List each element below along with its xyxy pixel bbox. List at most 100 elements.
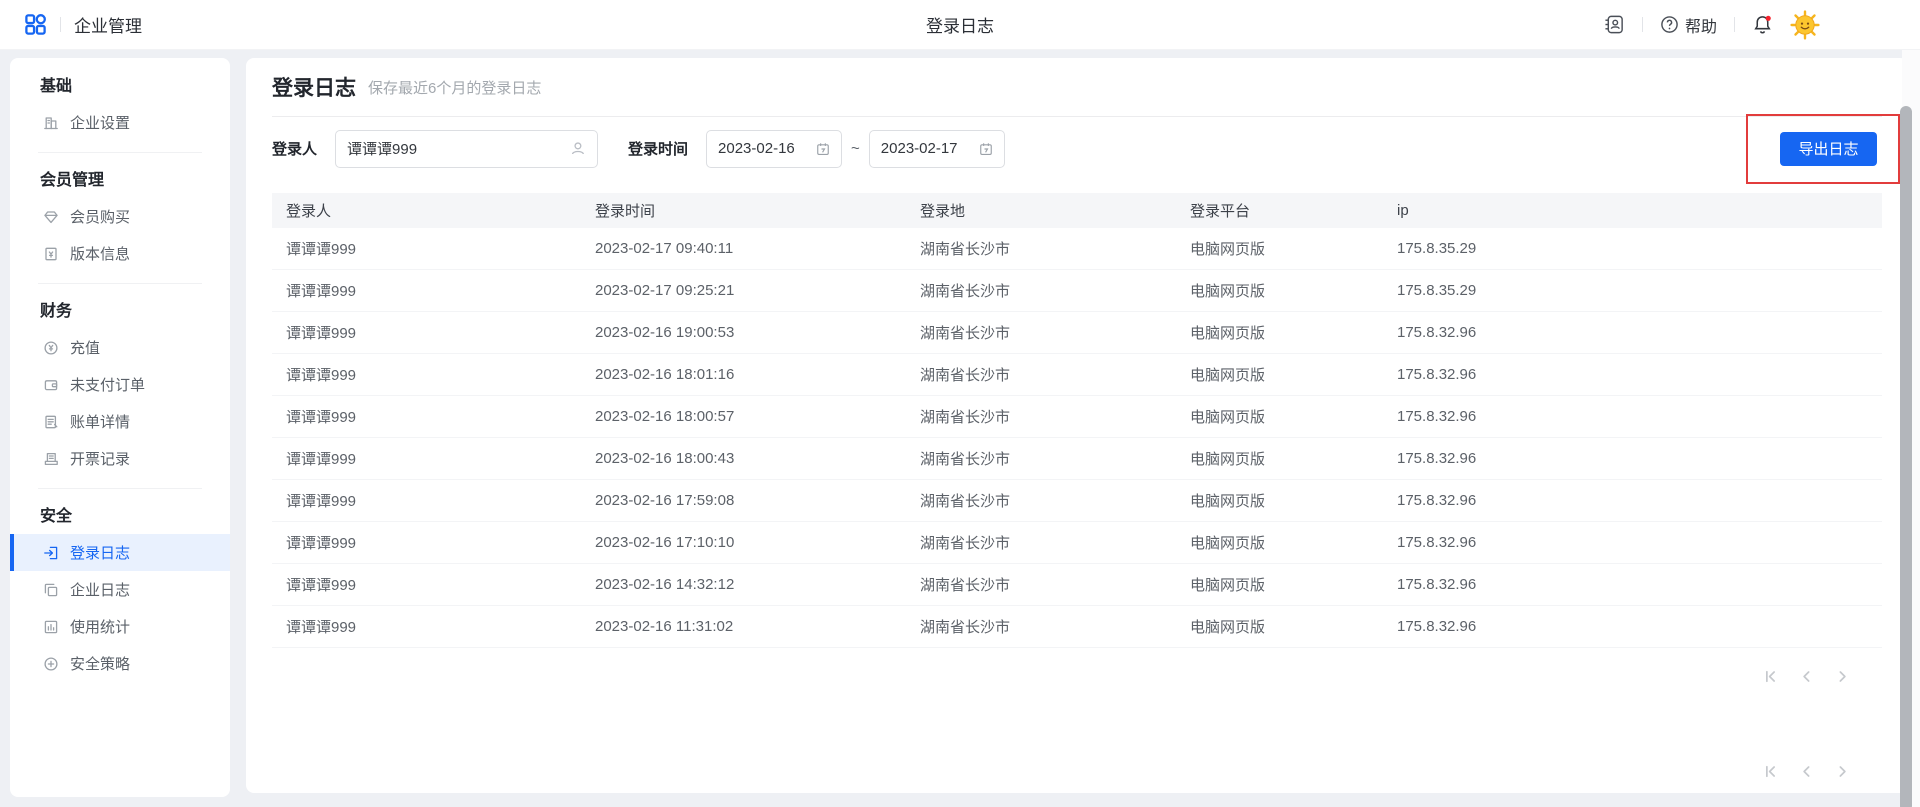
table-cell: 2023-02-16 18:00:43 [595,450,735,467]
topbar-divider [1641,17,1643,32]
table-cell: 谭谭谭999 [286,325,357,342]
table-row: 谭谭谭999 2023-02-16 17:59:08 湖南省长沙市 电脑网页版 175.… [272,480,1882,522]
table-cell: 电脑网页版 [1190,535,1266,552]
sidebar-item-membership-diamond[interactable]: 会员购买 [10,198,230,235]
table-cell: 谭谭谭999 [286,535,357,552]
date-end-field[interactable] [880,140,979,157]
date-end-input[interactable] [868,129,1005,168]
notification-dot [1765,15,1771,21]
sidebar-item-label: 企业日志 [70,582,131,599]
table-cell: 175.8.32.96 [1397,450,1477,467]
sidebar-item-label: 会员购买 [70,209,131,226]
table-cell: 2023-02-17 09:25:21 [595,282,735,299]
topbar-divider [1734,17,1735,32]
column-header: 登录地 [920,203,966,220]
table-cell: 湖南省长沙市 [920,535,1011,552]
table-cell: 电脑网页版 [1190,409,1266,426]
calendar-icon [817,142,829,155]
notification-bell-icon[interactable] [1752,14,1773,35]
help-button[interactable]: 帮助 [1660,13,1717,37]
sidebar-section-heading: 安全 [40,508,73,525]
building-icon [43,115,59,131]
column-header: 登录平台 [1190,203,1251,220]
sidebar-item-recharge[interactable]: 充值 [10,329,230,366]
table-cell: 2023-02-16 14:32:12 [595,576,735,593]
table-cell: 湖南省长沙市 [920,325,1011,342]
app-title: 企业管理 [74,17,142,36]
table-row: 谭谭谭999 2023-02-17 09:40:11 湖南省长沙市 电脑网页版 175.… [272,228,1882,270]
date-range-separator: ~ [851,140,860,157]
table-cell: 电脑网页版 [1190,493,1266,510]
sidebar-item-building[interactable]: 企业设置 [10,104,230,141]
apps-grid-icon[interactable] [24,13,47,36]
page-title: 登录日志 [272,77,356,100]
table-cell: 2023-02-16 18:01:16 [595,366,735,383]
table-cell: 175.8.32.96 [1397,408,1477,425]
sidebar-item-label: 安全策略 [70,656,131,673]
user-icon [572,142,585,155]
table-body: 谭谭谭999 2023-02-17 09:40:11 湖南省长沙市 电脑网页版 175.… [272,228,1882,648]
scrollbar-thumb[interactable] [1900,106,1912,807]
table-cell: 175.8.35.29 [1397,240,1477,257]
page-subtitle: 保存最近6个月的登录日志 [368,79,542,97]
sidebar-item-label: 开票记录 [70,451,131,468]
export-log-button[interactable]: 导出日志 [1780,131,1877,166]
security-policy-icon [43,656,59,672]
table-cell: 谭谭谭999 [286,283,357,300]
table-row: 谭谭谭999 2023-02-16 18:01:16 湖南省长沙市 电脑网页版 175.… [272,354,1882,396]
scrollbar-track[interactable] [1900,50,1920,807]
prev-page-icon[interactable] [1799,669,1814,684]
table-cell: 谭谭谭999 [286,241,357,258]
table-row: 谭谭谭999 2023-02-16 17:10:10 湖南省长沙市 电脑网页版 175.… [272,522,1882,564]
main-header: 登录日志 保存最近6个月的登录日志 [272,58,1882,117]
sidebar-item-security-policy[interactable]: 安全策略 [10,645,230,682]
topbar-divider [60,17,61,32]
sidebar-item-company-log[interactable]: 企业日志 [10,571,230,608]
first-page-icon[interactable] [1763,669,1778,684]
table-cell: 电脑网页版 [1190,577,1266,594]
annotation-highlight-box: 导出日志 [1746,113,1900,184]
sidebar-section-heading: 会员管理 [40,172,105,189]
usage-stats-icon [43,619,59,635]
date-start-field[interactable] [718,140,817,157]
sidebar-item-version-info[interactable]: 版本信息 [10,235,230,272]
table-cell: 湖南省长沙市 [920,451,1011,468]
next-page-icon[interactable] [1835,764,1850,779]
next-page-icon[interactable] [1835,669,1850,684]
table-cell: 电脑网页版 [1190,283,1266,300]
table-cell: 2023-02-17 09:40:11 [595,240,734,257]
sidebar-item-bill-details[interactable]: 账单详情 [10,403,230,440]
calendar-icon [979,142,992,155]
sidebar-item-unpaid-orders[interactable]: 未支付订单 [10,366,230,403]
date-start-input[interactable] [706,129,843,168]
login-log-table: 登录人 登录时间 登录地 登录平台 ip 谭谭谭999 2023-02-17 09:40:… [272,193,1882,648]
table-cell: 175.8.32.96 [1397,324,1477,341]
main-panel: 登录日志 保存最近6个月的登录日志 登录人 登录时间 ~ [246,58,1908,793]
table-cell: 175.8.32.96 [1397,366,1477,383]
table-row: 谭谭谭999 2023-02-16 11:31:02 湖南省长沙市 电脑网页版 175.… [272,606,1882,648]
avatar[interactable] [1790,9,1820,40]
table-cell: 电脑网页版 [1190,367,1266,384]
prev-page-icon[interactable] [1799,764,1814,779]
sidebar-item-login-log[interactable]: 登录日志 [10,534,230,571]
first-page-icon[interactable] [1763,764,1778,779]
table-row: 谭谭谭999 2023-02-17 09:25:21 湖南省长沙市 电脑网页版 175.… [272,270,1882,312]
table-cell: 湖南省长沙市 [920,493,1011,510]
sidebar-item-label: 版本信息 [70,246,131,263]
sidebar-item-usage-stats[interactable]: 使用统计 [10,608,230,645]
sidebar-item-invoice-records[interactable]: 开票记录 [10,440,230,477]
table-cell: 电脑网页版 [1190,451,1266,468]
table-header: 登录人 登录时间 登录地 登录平台 ip [272,193,1882,228]
login-user-label: 登录人 [272,141,318,158]
table-cell: 2023-02-16 19:00:53 [595,324,735,341]
company-log-icon [43,582,59,598]
membership-diamond-icon [43,209,59,225]
login-user-field[interactable] [347,140,571,157]
filter-bar: 登录人 登录时间 ~ [272,113,1900,184]
sidebar: 基础 企业设置 会员管理 会员购买 版本信息 财务 充值 未支付订单 账单详情 开票记录 安全 登录日… [10,58,230,797]
table-row: 谭谭谭999 2023-02-16 14:32:12 湖南省长沙市 电脑网页版 175.… [272,564,1882,606]
table-cell: 湖南省长沙市 [920,409,1011,426]
table-cell: 2023-02-16 18:00:57 [595,408,735,425]
contacts-icon[interactable] [1604,14,1625,35]
login-user-input[interactable] [335,129,599,168]
